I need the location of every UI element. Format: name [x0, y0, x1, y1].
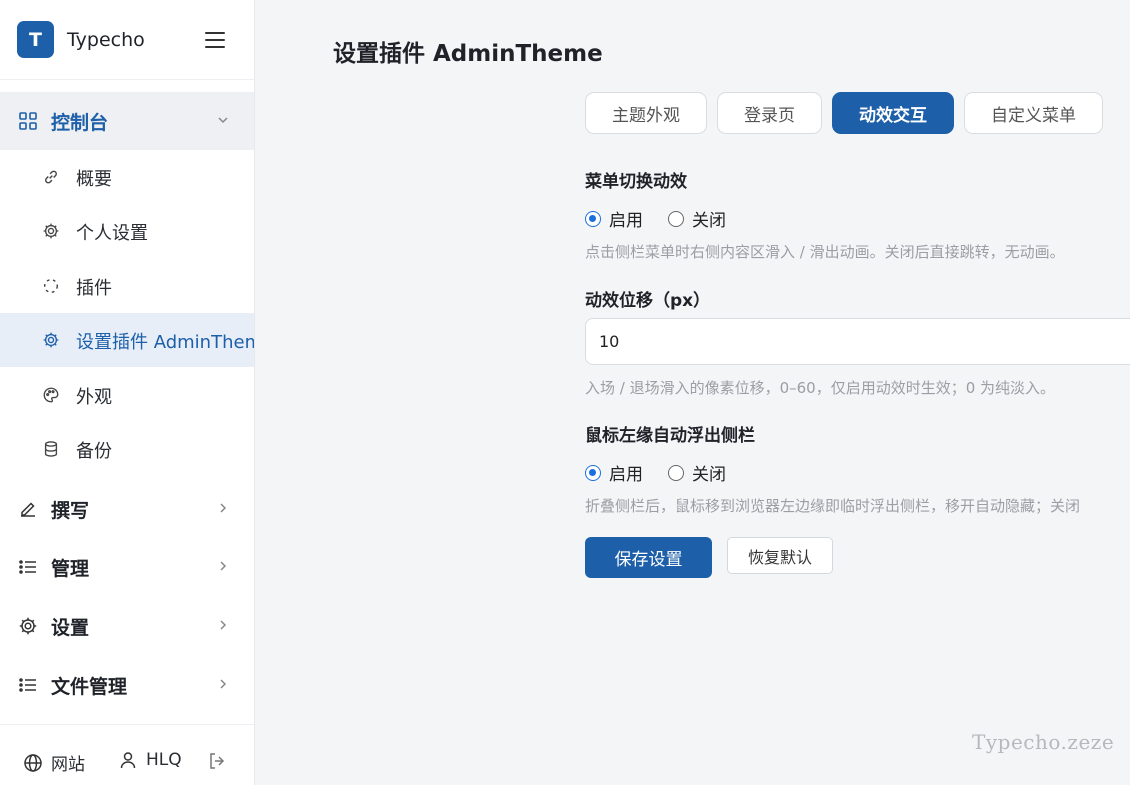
sidebar-group-label: 设置	[51, 616, 90, 639]
list-icon	[19, 678, 36, 692]
sidebar-item-profile[interactable]: 个人设置	[0, 204, 254, 258]
menu-animation-label: 菜单切换动效	[585, 172, 687, 192]
chevron-right-icon	[220, 620, 227, 630]
edge-float-disable-radio[interactable]: 关闭	[668, 460, 726, 485]
tab-theme-appearance[interactable]: 主题外观	[585, 92, 707, 134]
radio-label: 关闭	[692, 211, 726, 231]
chevron-right-icon	[220, 561, 227, 571]
brand-logo[interactable]: T	[17, 21, 54, 58]
sidebar-item-label: 备份	[76, 441, 112, 462]
animation-offset-hint: 入场 / 退场滑入的像素位移，0–60，仅启用动效时生效；0 为纯淡入。	[585, 379, 1056, 397]
chevron-down-icon	[218, 117, 228, 124]
menu-animation-hint: 点击侧栏菜单时右侧内容区滑入 / 滑出动画。关闭后直接跳转，无动画。	[585, 243, 1065, 261]
edge-float-hint: 折叠侧栏后，鼠标移到浏览器左边缘即临时浮出侧栏，移开自动隐藏；关闭	[585, 497, 1081, 515]
sidebar-group-dashboard[interactable]: 控制台	[0, 92, 254, 150]
edge-float-options: 启用 关闭	[585, 460, 751, 485]
tab-animation[interactable]: 动效交互	[832, 92, 954, 134]
chevron-right-icon	[220, 679, 227, 689]
database-icon	[44, 441, 58, 457]
menu-animation-enable-radio[interactable]: 启用	[585, 206, 643, 231]
sidebar-group-settings[interactable]: 设置	[0, 597, 254, 655]
sidebar-item-label: 个人设置	[76, 223, 148, 244]
dashed-circle-icon	[43, 278, 59, 294]
palette-icon	[43, 387, 59, 403]
logout-icon[interactable]	[207, 751, 227, 771]
sidebar-item-admintheme-settings[interactable]: 设置插件 AdminTheme	[0, 313, 254, 367]
sidebar-item-label: 概要	[76, 169, 112, 190]
user-link[interactable]: HLQ	[118, 750, 182, 770]
sidebar-group-label: 文件管理	[51, 675, 128, 698]
gear-icon	[43, 332, 59, 348]
sidebar-group-manage[interactable]: 管理	[0, 538, 254, 596]
menu-animation-options: 启用 关闭	[585, 206, 751, 231]
sidebar-item-backup[interactable]: 备份	[0, 422, 254, 476]
page-title: 设置插件 AdminTheme	[333, 41, 603, 67]
gear-icon	[43, 223, 59, 239]
site-link-label: 网站	[51, 755, 85, 775]
sidebar-item-appearance[interactable]: 外观	[0, 368, 254, 422]
sidebar-item-label: 设置插件 AdminTheme	[76, 332, 254, 353]
list-icon	[19, 560, 36, 574]
sidebar-group-file-manager[interactable]: 文件管理	[0, 656, 254, 714]
site-link[interactable]: 网站	[23, 750, 85, 775]
restore-defaults-button[interactable]: 恢复默认	[727, 537, 833, 574]
sidebar-item-label: 外观	[76, 387, 112, 408]
sidebar-group-label: 撰写	[51, 499, 90, 522]
link-icon	[45, 170, 57, 184]
animation-offset-label: 动效位移（px）	[585, 291, 711, 311]
sidebar-footer: 网站 HLQ	[0, 724, 254, 785]
brand-name[interactable]: Typecho	[67, 29, 145, 51]
user-link-label: HLQ	[146, 750, 182, 770]
sidebar-item-label: 插件	[76, 278, 112, 299]
animation-offset-input[interactable]	[585, 318, 1130, 365]
tab-custom-menu[interactable]: 自定义菜单	[964, 92, 1103, 134]
sidebar-item-plugins[interactable]: 插件	[0, 259, 254, 313]
chevron-right-icon	[220, 503, 227, 513]
gear-icon	[19, 617, 37, 635]
brand: T Typecho	[0, 0, 254, 80]
hamburger-menu-icon[interactable]	[205, 32, 225, 48]
radio-label: 启用	[609, 465, 643, 485]
user-icon	[120, 752, 136, 769]
sidebar: T Typecho 控制台 概要 个人设置 插件 设置插件 AdminTheme…	[0, 0, 255, 785]
sidebar-group-label: 控制台	[51, 111, 109, 134]
sidebar-group-write[interactable]: 撰写	[0, 480, 254, 538]
grid-icon	[19, 112, 37, 130]
sidebar-group-label: 管理	[51, 557, 90, 580]
globe-icon	[24, 753, 42, 772]
sidebar-item-overview[interactable]: 概要	[0, 150, 254, 204]
edge-float-label: 鼠标左缘自动浮出侧栏	[585, 426, 755, 446]
settings-tabs: 主题外观 登录页 动效交互 自定义菜单	[585, 92, 1113, 134]
pencil-icon	[21, 502, 35, 517]
radio-label: 关闭	[692, 465, 726, 485]
save-settings-button[interactable]: 保存设置	[585, 537, 712, 578]
edge-float-enable-radio[interactable]: 启用	[585, 460, 643, 485]
tab-login-page[interactable]: 登录页	[717, 92, 822, 134]
watermark: Typecho.zeze	[972, 730, 1115, 754]
menu-animation-disable-radio[interactable]: 关闭	[668, 206, 726, 231]
radio-label: 启用	[609, 211, 643, 231]
